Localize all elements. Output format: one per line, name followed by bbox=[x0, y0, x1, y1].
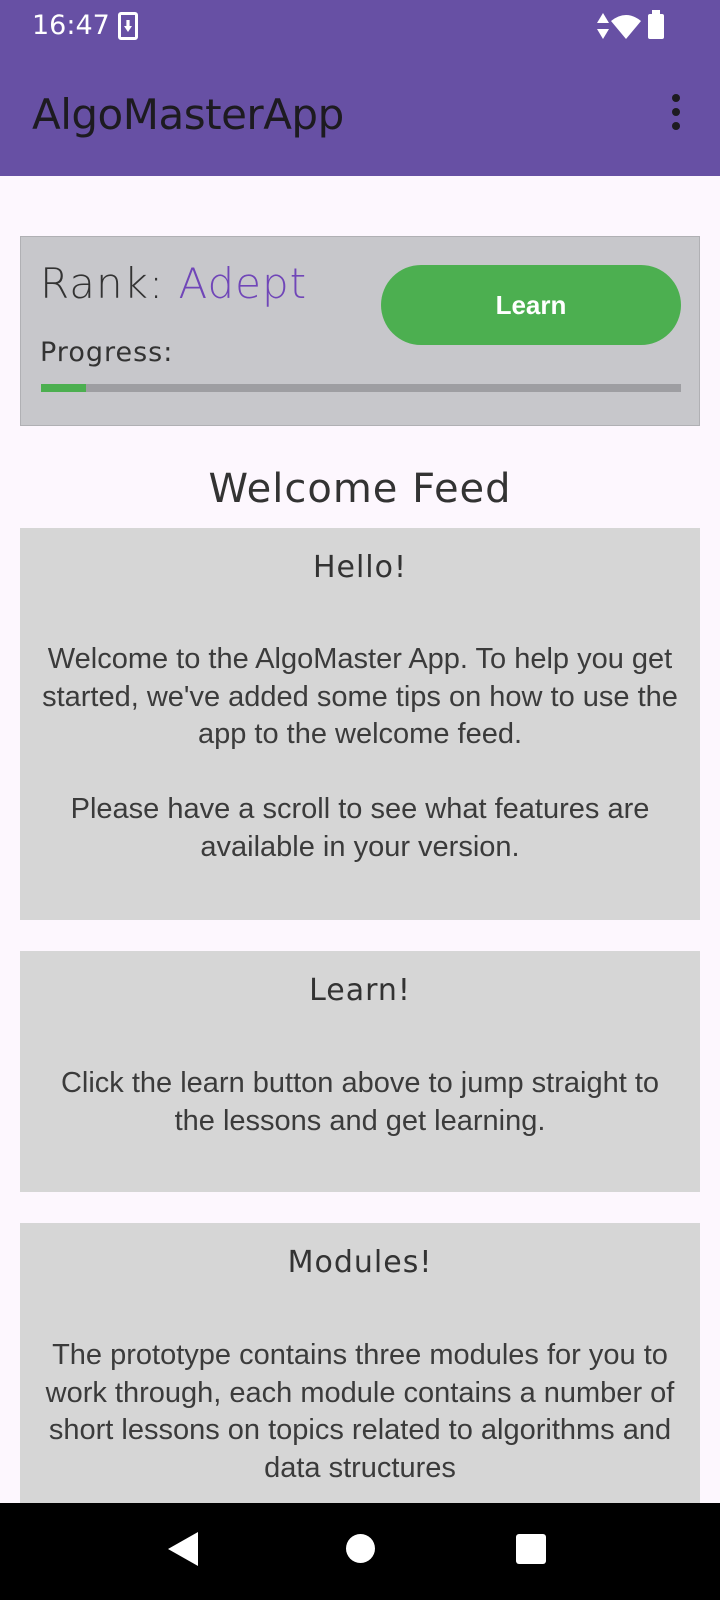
status-bar: 16:47 bbox=[0, 0, 720, 52]
app-bar: AlgoMasterApp bbox=[0, 52, 720, 176]
progress-fill bbox=[41, 384, 86, 392]
progress-bar bbox=[41, 384, 681, 392]
card-body: The prototype contains three modules for… bbox=[45, 1339, 675, 1484]
more-vert-icon[interactable] bbox=[660, 92, 692, 132]
rank-line: Rank: Adept bbox=[40, 259, 307, 308]
card-title: Modules! bbox=[287, 1245, 433, 1280]
rank-value: Adept bbox=[178, 259, 308, 308]
card-title: Hello! bbox=[312, 550, 408, 585]
recents-icon[interactable] bbox=[516, 1534, 546, 1564]
home-icon[interactable] bbox=[346, 1534, 375, 1563]
navigation-bar bbox=[0, 1503, 720, 1600]
card-body: Click the learn button above to jump str… bbox=[60, 1067, 660, 1137]
learn-button[interactable]: Learn bbox=[381, 265, 681, 345]
feed-card-learn: Learn! Click the learn button above to j… bbox=[20, 951, 700, 1192]
wifi-icon bbox=[611, 15, 641, 39]
back-icon[interactable] bbox=[168, 1532, 198, 1566]
app-title: AlgoMasterApp bbox=[32, 90, 344, 139]
signal-icon bbox=[597, 13, 609, 39]
feed-card-modules: Modules! The prototype contains three mo… bbox=[20, 1223, 700, 1503]
rank-card: Rank: Adept Progress: Learn bbox=[20, 236, 700, 426]
progress-label: Progress: bbox=[40, 337, 174, 368]
card-title: Learn! bbox=[309, 973, 411, 1008]
download-icon bbox=[118, 12, 138, 40]
feed-card-hello: Hello! Welcome to the AlgoMaster App. To… bbox=[20, 528, 700, 920]
battery-icon bbox=[648, 10, 664, 39]
feed-heading: Welcome Feed bbox=[208, 466, 512, 512]
rank-label: Rank: bbox=[40, 259, 179, 308]
card-body: Welcome to the AlgoMaster App. To help y… bbox=[42, 643, 678, 863]
status-time: 16:47 bbox=[32, 10, 110, 41]
